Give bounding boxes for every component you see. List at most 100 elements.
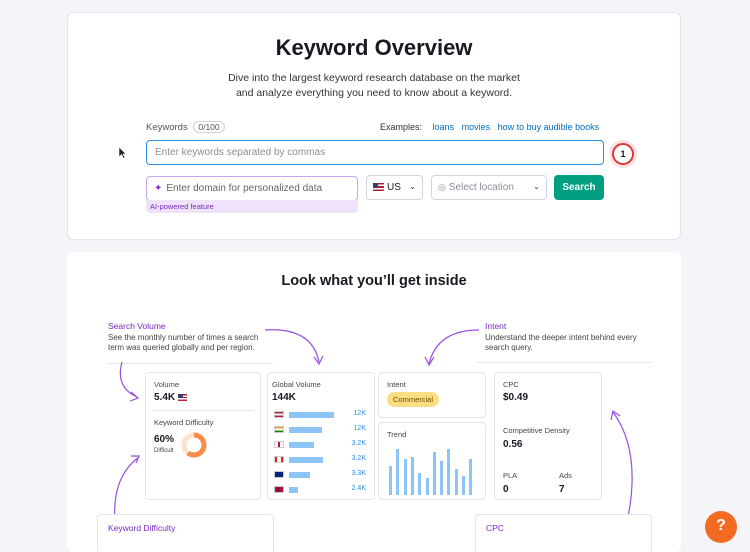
examples: Examples: loans movies how to buy audibl… [380, 122, 599, 132]
keywords-input[interactable]: Enter keywords separated by commas [146, 140, 604, 165]
global-volume-list: 12K 12K 3.2K 3.2K 3.3K 2.4K [271, 409, 374, 499]
global-volume-panel: Global Volume 144K 12K 12K 3.2K 3.2K 3.3K 2.4… [267, 372, 375, 500]
annotation-kd-title: Keyword Difficulty [108, 523, 176, 533]
sparkle-icon: ✦ [154, 183, 163, 194]
au-flag-icon [274, 471, 284, 478]
country-value: US [387, 182, 401, 193]
subtitle-line-2: and analyze everything you need to know … [235, 87, 513, 99]
example-link-audible[interactable]: how to buy audible books [498, 122, 600, 132]
subtitle-line-1: Dive into the largest keyword research d… [228, 72, 520, 84]
volume-bar [289, 427, 322, 433]
trend-bar [447, 449, 451, 495]
uk-flag-icon [274, 441, 284, 448]
volume-bar-value: 3.3K [351, 470, 366, 477]
trend-bar [425, 478, 429, 495]
volume-bar-value: 12K [353, 410, 366, 417]
help-button[interactable]: ? [705, 511, 737, 543]
us-flag-icon [274, 411, 284, 418]
volume-bar [289, 442, 314, 448]
kd-value: 60% [154, 434, 175, 445]
global-volume-label: Global Volume [272, 380, 321, 389]
us-flag-icon [177, 393, 187, 401]
volume-bar [289, 457, 324, 463]
us-flag-icon [373, 183, 384, 192]
volume-bar [289, 487, 298, 493]
annotation-cpc: CPC [486, 523, 504, 535]
volume-bar [289, 472, 310, 478]
page-title: Keyword Overview [275, 35, 473, 60]
pla-value: 0 [503, 484, 509, 495]
intent-badge: Commercial [387, 392, 440, 407]
mouse-cursor-icon [118, 147, 127, 159]
trend-bar [462, 475, 465, 495]
ads-label: Ads [559, 471, 572, 480]
trend-bar [432, 451, 436, 495]
page-subtitle: Dive into the largest keyword research d… [68, 71, 680, 101]
cpc-annotation-box: CPC [475, 514, 652, 552]
search-button[interactable]: Search [554, 175, 604, 200]
volume-panel: Volume 5.4K Keyword Difficulty 60% Diffi… [145, 372, 261, 500]
annotation-cpc-title: CPC [486, 523, 504, 533]
competitive-density-label: Competitive Density [503, 426, 570, 435]
global-volume-row: 12K [271, 409, 374, 421]
cpc-label: CPC [503, 380, 519, 389]
keywords-label-text: Keywords [146, 122, 188, 133]
ca-flag-icon [274, 456, 284, 463]
volume-bar-value: 2.4K [351, 485, 366, 492]
global-volume-row: 3.2K [271, 454, 374, 466]
trend-chart [389, 447, 477, 495]
location-placeholder: Select location [448, 182, 514, 193]
pla-label: PLA [503, 471, 518, 480]
volume-value-text: 5.4K [154, 392, 176, 403]
kd-donut [181, 432, 207, 458]
location-select[interactable]: ◎ Select location ⌄ [431, 175, 547, 200]
competitive-density-value: 0.56 [503, 439, 523, 450]
ai-feature-note: AI-powered feature [146, 200, 358, 213]
global-volume-value: 144K [272, 392, 296, 403]
trend-bar [454, 468, 458, 495]
examples-label: Examples: [380, 122, 423, 132]
divider [152, 410, 254, 411]
chevron-down-icon: ⌄ [409, 182, 416, 191]
in-flag-icon [274, 426, 284, 433]
step-badge: 1 [612, 143, 634, 165]
kd-annotation-box: Keyword Difficulty [97, 514, 274, 552]
annotation-kd: Keyword Difficulty [108, 523, 175, 535]
chevron-down-icon: ⌄ [533, 182, 540, 191]
trend-bar [410, 456, 414, 495]
example-link-loans[interactable]: loans [433, 122, 455, 132]
volume-bar [289, 412, 335, 418]
kd-label: Keyword Difficulty [154, 418, 214, 427]
trend-bar [469, 459, 473, 495]
cpc-value: $0.49 [503, 392, 529, 403]
volume-value: 5.4K [154, 392, 190, 403]
keywords-label: Keywords 0/100 [146, 121, 225, 133]
keyword-overview-card: Keyword Overview Dive into the largest k… [67, 12, 681, 240]
global-volume-row: 3.3K [271, 469, 374, 481]
country-select[interactable]: US ⌄ [366, 175, 423, 200]
features-preview-card: Look what you’ll get inside Search Volum… [67, 252, 681, 552]
trend-panel: Trend [378, 422, 486, 500]
global-volume-row: 2.4K [271, 484, 374, 496]
trend-bar [418, 473, 422, 495]
kd-level: Difficult [154, 448, 174, 454]
trend-bar [396, 449, 400, 495]
trend-label: Trend [387, 430, 407, 439]
trend-bar [389, 466, 392, 495]
trend-bar [403, 459, 407, 495]
domain-input[interactable]: ✦ Enter domain for personalized data [146, 176, 358, 201]
volume-bar-value: 12K [353, 425, 366, 432]
ads-value: 7 [559, 484, 565, 495]
example-link-movies[interactable]: movies [462, 122, 491, 132]
cpc-panel: CPC $0.49 Competitive Density 0.56 PLA 0… [494, 372, 602, 500]
global-volume-row: 3.2K [271, 439, 374, 451]
domain-placeholder: Enter domain for personalized data [166, 183, 323, 194]
intent-panel: Intent Commercial [378, 372, 486, 418]
global-volume-row: 12K [271, 424, 374, 436]
volume-bar-value: 3.2K [351, 440, 366, 447]
location-pin-icon: ◎ [438, 182, 446, 192]
trend-bar [440, 461, 444, 495]
intent-label: Intent [387, 380, 406, 389]
no-flag-icon [274, 486, 284, 493]
volume-bar-value: 3.2K [351, 455, 366, 462]
